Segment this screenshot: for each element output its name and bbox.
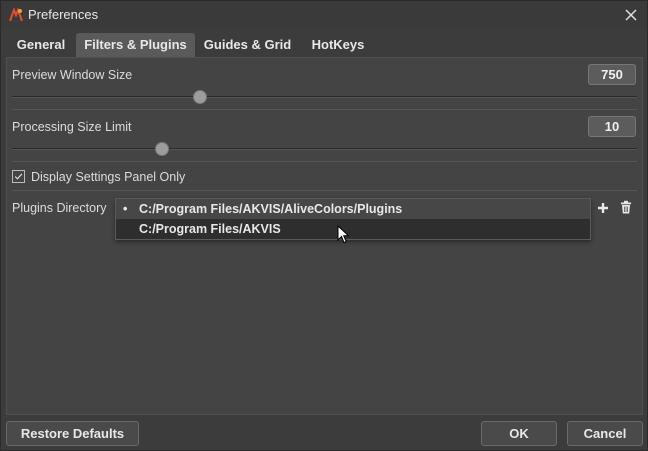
trash-icon[interactable] bbox=[619, 200, 633, 214]
cancel-button[interactable]: Cancel bbox=[567, 421, 643, 446]
plugins-directory-list[interactable]: • C:/Program Files/AKVIS/AliveColors/Plu… bbox=[115, 198, 591, 240]
processing-size-limit-slider-handle[interactable] bbox=[155, 142, 169, 156]
preview-window-size-slider-handle[interactable] bbox=[192, 90, 207, 104]
tab-general[interactable]: General bbox=[9, 33, 73, 57]
processing-size-limit-label: Processing Size Limit bbox=[12, 120, 132, 134]
preview-window-size-value[interactable]: 750 bbox=[588, 64, 636, 85]
display-settings-panel-only-label[interactable]: Display Settings Panel Only bbox=[31, 170, 185, 184]
preview-window-size-slider-track[interactable] bbox=[12, 96, 637, 98]
restore-defaults-button[interactable]: Restore Defaults bbox=[6, 421, 139, 446]
window-title: Preferences bbox=[28, 7, 99, 22]
selected-bullet: • bbox=[123, 202, 128, 216]
directory-path: C:/Program Files/AKVIS bbox=[139, 222, 281, 236]
separator bbox=[12, 109, 637, 110]
title-bar: Preferences bbox=[1, 1, 647, 29]
ok-button[interactable]: OK bbox=[481, 421, 557, 446]
processing-size-limit-value[interactable]: 10 bbox=[588, 116, 636, 137]
tab-hotkeys[interactable]: HotKeys bbox=[303, 33, 373, 57]
plugins-directory-item[interactable]: C:/Program Files/AKVIS bbox=[116, 219, 590, 239]
separator bbox=[12, 190, 637, 191]
plugins-directory-label: Plugins Directory bbox=[12, 201, 107, 215]
close-icon[interactable] bbox=[621, 5, 641, 25]
tab-filters-plugins[interactable]: Filters & Plugins bbox=[76, 33, 195, 57]
plus-icon[interactable] bbox=[596, 201, 610, 215]
processing-size-limit-slider-track[interactable] bbox=[12, 148, 637, 150]
directory-path: C:/Program Files/AKVIS/AliveColors/Plugi… bbox=[139, 202, 403, 216]
preview-window-size-label: Preview Window Size bbox=[12, 68, 133, 82]
akvis-app-icon bbox=[9, 7, 23, 22]
plugins-directory-item[interactable]: • C:/Program Files/AKVIS/AliveColors/Plu… bbox=[116, 199, 590, 219]
separator bbox=[12, 161, 637, 162]
tab-guides-grid[interactable]: Guides & Grid bbox=[199, 33, 296, 57]
display-settings-panel-only-checkbox[interactable] bbox=[12, 170, 25, 183]
preferences-dialog: Preferences General Filters & Plugins Gu… bbox=[0, 0, 648, 451]
